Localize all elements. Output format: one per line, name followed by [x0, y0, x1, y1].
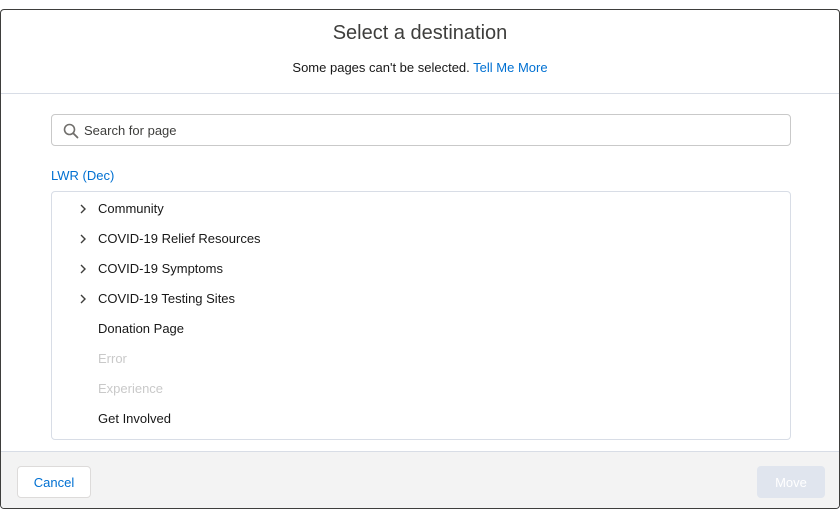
site-label[interactable]: LWR (Dec) [51, 168, 114, 183]
tell-me-more-link[interactable]: Tell Me More [473, 60, 547, 75]
chevron-right-icon[interactable] [78, 204, 88, 214]
modal-subtitle: Some pages can't be selected. Tell Me Mo… [1, 60, 839, 75]
search-box[interactable] [51, 114, 791, 146]
modal-body: LWR (Dec) Community COVID-19 Relief Resou… [1, 95, 839, 451]
tree-item[interactable]: Donation Page [52, 314, 790, 344]
tree-item-label: COVID-19 Testing Sites [98, 291, 236, 306]
chevron-right-icon[interactable] [78, 294, 88, 304]
tree-item-label: Donation Page [98, 321, 185, 336]
select-destination-modal: Select a destination Some pages can't be… [0, 9, 840, 509]
tree-item[interactable]: COVID-19 Symptoms [52, 254, 790, 284]
tree-item-label: Experience [98, 381, 164, 396]
tree-item-label: COVID-19 Symptoms [98, 261, 223, 276]
page-tree: Community COVID-19 Relief Resources COVID-… [51, 191, 791, 440]
tree-item-label: Community [98, 201, 164, 216]
tree-item[interactable]: COVID-19 Testing Sites [52, 284, 790, 314]
tree-item-label: Error [98, 351, 127, 366]
modal-header: Select a destination Some pages can't be… [1, 10, 839, 94]
search-input[interactable] [84, 115, 784, 145]
tree-item-label: COVID-19 Relief Resources [98, 231, 261, 246]
search-icon [63, 123, 79, 139]
cancel-button[interactable]: Cancel [17, 466, 91, 498]
subtitle-text: Some pages can't be selected. [292, 60, 470, 75]
tree-item: Error [52, 344, 790, 374]
tree-item[interactable]: COVID-19 Relief Resources [52, 224, 790, 254]
modal-footer: Cancel Move [1, 451, 839, 508]
tree-item[interactable]: Community [52, 194, 790, 224]
tree-item-label: Get Involved [98, 411, 171, 426]
modal-title: Select a destination [332, 22, 508, 44]
move-button[interactable]: Move [757, 466, 825, 498]
tree-item: Experience [52, 374, 790, 404]
chevron-right-icon[interactable] [78, 264, 88, 274]
chevron-right-icon[interactable] [78, 234, 88, 244]
tree-item[interactable]: Get Involved [52, 404, 790, 434]
